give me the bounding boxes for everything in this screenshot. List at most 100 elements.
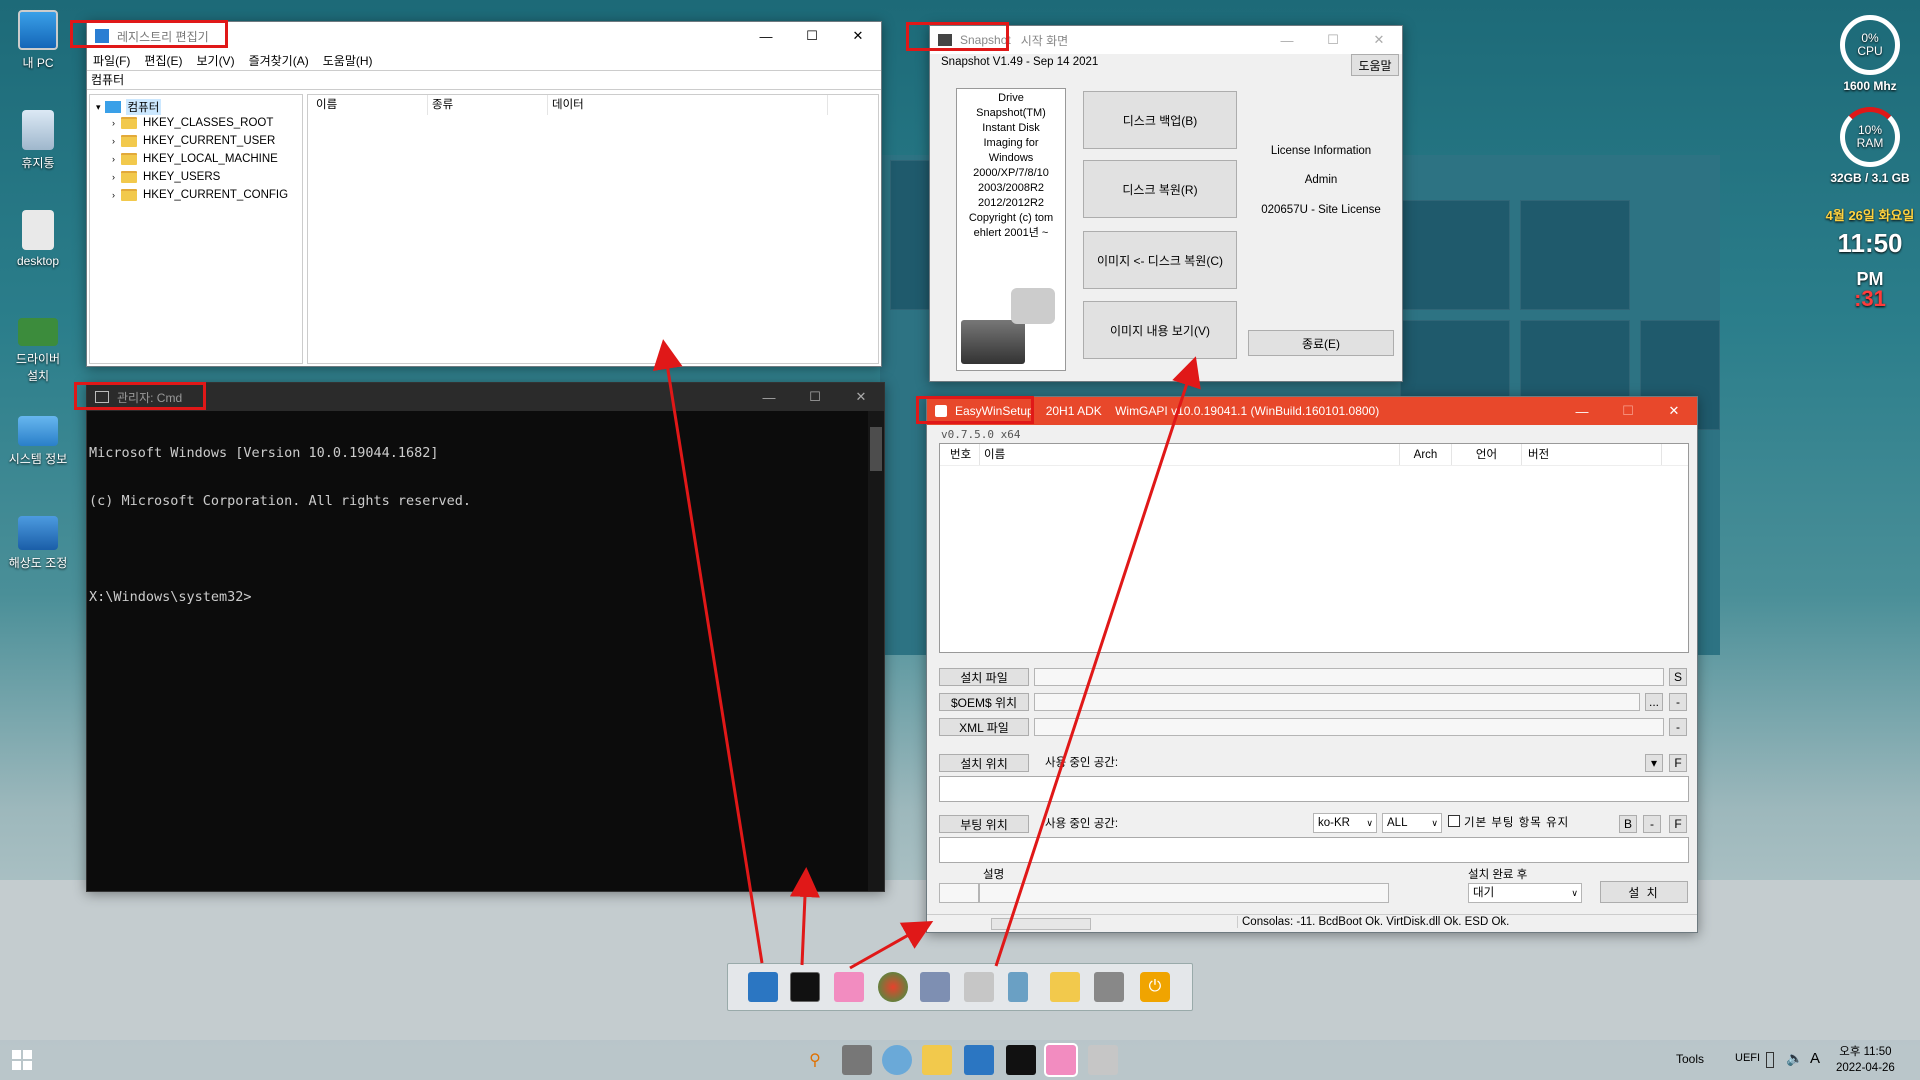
regedit-tree-pane[interactable]: ▾ 컴퓨터 › HKEY_CLASSES_ROOT › HKEY_CURRENT_U… (89, 94, 303, 364)
tree-item-hkcr[interactable]: › HKEY_CLASSES_ROOT (112, 117, 273, 129)
column-header-name[interactable]: 이름 (308, 95, 428, 115)
column-name[interactable]: 이름 (980, 444, 1400, 465)
after-install-select[interactable]: 대기 ∨ (1468, 883, 1582, 903)
easywinsetup-window[interactable]: EasyWinSetup 20H1 ADK WimGAPI v10.0.1904… (926, 396, 1698, 933)
install-location-dropdown[interactable]: ▾ (1645, 754, 1663, 772)
easywinsetup-launcher-icon[interactable] (834, 972, 864, 1002)
desktop-icon-system-info[interactable]: 시스템 정보 (2, 416, 74, 467)
oem-folder-button[interactable]: $OEM$ 위치 (939, 693, 1029, 711)
keep-boot-checkbox[interactable] (1448, 815, 1460, 827)
cmd-scrollbar[interactable] (868, 411, 884, 891)
regedit-taskbar-icon[interactable] (964, 1045, 994, 1075)
easywinsetup-taskbar-icon[interactable] (1044, 1043, 1078, 1077)
boot-f-button[interactable]: F (1669, 815, 1687, 833)
cmd-console[interactable]: Microsoft Windows [Version 10.0.19044.16… (87, 411, 884, 639)
volume-icon[interactable]: 🔈 (1786, 1050, 1803, 1067)
column-arch[interactable]: Arch (1400, 444, 1452, 465)
install-button[interactable]: 설 치 (1600, 881, 1688, 903)
install-file-field[interactable] (1034, 668, 1664, 686)
regedit-values-pane[interactable]: 이름 종류 데이터 (307, 94, 879, 364)
chevron-right-icon[interactable]: › (112, 154, 115, 164)
cmd-launcher-icon[interactable] (790, 972, 820, 1002)
boot-location-button[interactable]: 부팅 위치 (939, 815, 1029, 833)
menu-favorites[interactable]: 즐겨찾기(A) (249, 52, 309, 69)
tree-item-hku[interactable]: › HKEY_USERS (112, 171, 220, 183)
usb-launcher-icon[interactable] (1008, 972, 1028, 1002)
column-number[interactable]: 번호 (940, 444, 980, 465)
minimize-icon[interactable]: — (1264, 26, 1310, 54)
cmd-window[interactable]: 관리자: Cmd — ☐ ✕ Microsoft Windows [Versio… (86, 382, 885, 892)
desktop-icon-recycle-bin[interactable]: 휴지통 (2, 110, 74, 171)
boot-location-list[interactable] (939, 837, 1689, 863)
folder-launcher-icon[interactable] (1050, 972, 1080, 1002)
install-location-list[interactable] (939, 776, 1689, 802)
column-language[interactable]: 언어 (1452, 444, 1522, 465)
power-launcher-icon[interactable]: ⏻ (1140, 972, 1170, 1002)
ime-indicator[interactable]: A (1810, 1050, 1820, 1067)
boot-clear-button[interactable]: - (1643, 815, 1661, 833)
menu-view[interactable]: 보기(V) (196, 52, 234, 69)
browser-taskbar-icon[interactable] (882, 1045, 912, 1075)
ews-titlebar[interactable]: EasyWinSetup 20H1 ADK WimGAPI v10.0.1904… (927, 397, 1697, 425)
language-select[interactable]: ko-KR ∨ (1313, 813, 1377, 833)
install-location-button[interactable]: 설치 위치 (939, 754, 1029, 772)
minimize-icon[interactable]: — (746, 383, 792, 411)
maximize-icon[interactable]: ☐ (792, 383, 838, 411)
minimize-icon[interactable]: — (1559, 397, 1605, 425)
install-location-f-button[interactable]: F (1669, 754, 1687, 772)
desktop-icon-my-pc[interactable]: 내 PC (2, 10, 74, 71)
tree-item-hkcc[interactable]: › HKEY_CURRENT_CONFIG (112, 189, 288, 201)
chevron-right-icon[interactable]: › (112, 172, 115, 182)
all-select[interactable]: ALL ∨ (1382, 813, 1442, 833)
install-file-button[interactable]: 설치 파일 (939, 668, 1029, 686)
folder-taskbar-icon[interactable] (922, 1045, 952, 1075)
column-header-data[interactable]: 데이터 (548, 95, 828, 115)
chevron-down-icon[interactable]: ▾ (96, 102, 101, 113)
tools-taskbar-icon[interactable] (842, 1045, 872, 1075)
start-button[interactable] (12, 1050, 34, 1070)
taskbar-clock[interactable]: 오후 11:50 2022-04-26 (1836, 1044, 1895, 1076)
ews-list[interactable]: 번호 이름 Arch 언어 버전 (939, 443, 1689, 653)
disk-backup-button[interactable]: 디스크 백업(B) (1083, 91, 1237, 149)
column-version[interactable]: 버전 (1522, 444, 1662, 465)
close-icon[interactable]: ✕ (1356, 26, 1402, 54)
snapshot-launcher-icon[interactable] (964, 972, 994, 1002)
xml-clear-button[interactable]: - (1669, 718, 1687, 736)
regedit-window[interactable]: 레지스트리 편집기 — ☐ ✕ 파일(F) 편집(E) 보기(V) 즐겨찾기(A… (86, 21, 882, 367)
chevron-right-icon[interactable]: › (112, 190, 115, 200)
exit-button[interactable]: 종료(E) (1248, 330, 1394, 356)
tree-root[interactable]: ▾ 컴퓨터 (96, 99, 162, 115)
tools-toolbar-label[interactable]: Tools (1676, 1052, 1704, 1066)
regedit-launcher-icon[interactable] (748, 972, 778, 1002)
snapshot-window[interactable]: Snapshot 시작 화면 — ☐ ✕ Snapshot V1.49 - Se… (929, 25, 1403, 382)
maximize-icon[interactable]: ☐ (789, 22, 835, 50)
oem-clear-button[interactable]: - (1669, 693, 1687, 711)
maximize-icon[interactable]: ☐ (1310, 26, 1356, 54)
boot-b-button[interactable]: B (1619, 815, 1637, 833)
help-button[interactable]: 도움말 (1351, 54, 1399, 76)
disk-restore-button[interactable]: 디스크 복원(R) (1083, 160, 1237, 218)
maximize-icon[interactable]: ☐ (1605, 397, 1651, 425)
tree-item-hklm[interactable]: › HKEY_LOCAL_MACHINE (112, 153, 278, 165)
description-field[interactable] (979, 883, 1389, 903)
cmd-taskbar-icon[interactable] (1006, 1045, 1036, 1075)
close-icon[interactable]: ✕ (838, 383, 884, 411)
column-header-type[interactable]: 종류 (428, 95, 548, 115)
minimize-icon[interactable]: — (743, 22, 789, 50)
tools-launcher-icon[interactable] (1094, 972, 1124, 1002)
tree-item-hkcu[interactable]: › HKEY_CURRENT_USER (112, 135, 275, 147)
menu-file[interactable]: 파일(F) (93, 52, 130, 69)
chevron-right-icon[interactable]: › (112, 136, 115, 146)
close-icon[interactable]: ✕ (835, 22, 881, 50)
desktop-icon-desktop[interactable]: desktop (2, 210, 74, 268)
menu-help[interactable]: 도움말(H) (323, 52, 373, 69)
description-index-field[interactable] (939, 883, 979, 903)
partition-tool-launcher-icon[interactable] (878, 972, 908, 1002)
close-icon[interactable]: ✕ (1651, 397, 1697, 425)
image-disk-restore-button[interactable]: 이미지 <- 디스크 복원(C) (1083, 231, 1237, 289)
xml-file-button[interactable]: XML 파일 (939, 718, 1029, 736)
menu-edit[interactable]: 편집(E) (144, 52, 182, 69)
install-file-s-button[interactable]: S (1669, 668, 1687, 686)
cmd-titlebar[interactable]: 관리자: Cmd — ☐ ✕ (87, 383, 884, 411)
oem-browse-button[interactable]: ... (1645, 693, 1663, 711)
